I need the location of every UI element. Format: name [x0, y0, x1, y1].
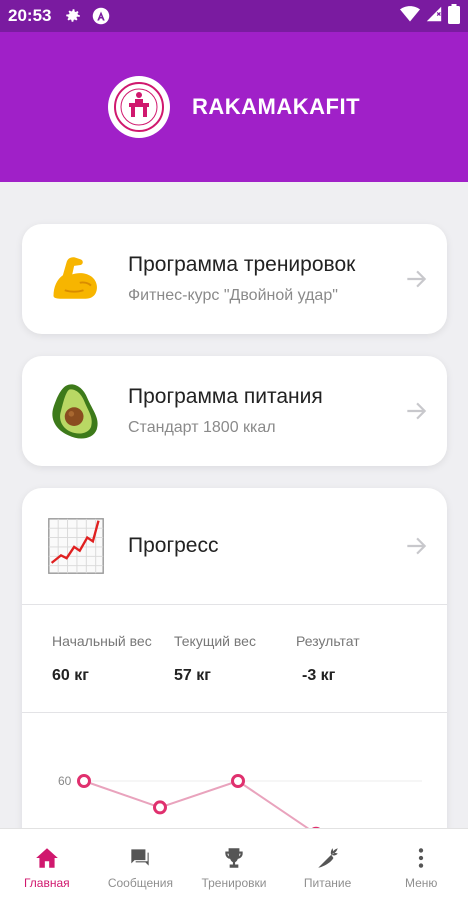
nav-label: Меню	[404, 876, 438, 890]
wifi-icon	[400, 5, 420, 28]
stat-value: 60 кг	[52, 667, 89, 684]
nav-workouts[interactable]: Тренировки	[187, 829, 281, 900]
nav-label: Главная	[23, 876, 70, 890]
weight-stats: Начальный вес 60 кг Текущий вес 57 кг Ре…	[22, 605, 447, 712]
arrow-right-icon	[403, 398, 429, 424]
nav-label: Питание	[303, 876, 352, 890]
card-subtitle: Фитнес-курс "Двойной удар"	[128, 287, 338, 304]
cellular-signal-icon	[426, 5, 442, 28]
nav-messages[interactable]: Сообщения	[94, 829, 188, 900]
nav-home[interactable]: Главная	[0, 829, 94, 900]
chart-y-tick-label: 60	[58, 774, 72, 788]
status-time: 20:53	[8, 6, 52, 25]
trophy-icon	[221, 845, 247, 871]
bottom-navigation: Главная Сообщения Тренировки Питание Мен…	[0, 828, 468, 900]
card-title: Программа питания	[128, 385, 323, 408]
progress-title: Прогресс	[128, 534, 219, 557]
weight-chart: 60	[22, 713, 447, 843]
home-icon	[34, 845, 60, 871]
nav-nutrition[interactable]: Питание	[281, 829, 375, 900]
app-brand-name: RAKAMAKAFIT	[191, 94, 361, 119]
more-vertical-icon	[408, 845, 434, 871]
stat-label: Результат	[296, 633, 360, 649]
stat-current-weight: Текущий вес 57 кг	[174, 633, 296, 712]
app-header: RAKAMAKAFIT	[0, 32, 468, 182]
chart-data-point	[231, 774, 245, 788]
nav-label: Сообщения	[107, 876, 173, 890]
card-title: Программа тренировок	[128, 253, 356, 276]
carrot-icon	[315, 845, 341, 871]
stat-initial-weight: Начальный вес 60 кг	[52, 633, 174, 712]
nutrition-program-card[interactable]: Программа питания Стандарт 1800 ккал	[22, 356, 447, 466]
avocado-icon	[44, 379, 108, 443]
progress-header[interactable]: Прогресс	[22, 488, 447, 604]
messages-icon	[127, 845, 153, 871]
battery-icon	[448, 3, 460, 29]
nav-menu[interactable]: Меню	[374, 829, 468, 900]
nav-label: Тренировки	[201, 876, 267, 890]
status-bar: 20:53	[0, 0, 468, 32]
chart-data-point	[153, 800, 167, 815]
stat-label: Начальный вес	[52, 633, 152, 649]
stat-result: Результат -3 кг	[296, 633, 418, 712]
settings-gear-icon	[63, 6, 83, 26]
chart-data-point	[77, 774, 91, 788]
stat-label: Текущий вес	[174, 633, 256, 649]
stat-value: 57 кг	[174, 667, 211, 684]
chart-series-line	[83, 779, 317, 835]
app-logo	[107, 76, 170, 138]
chart-increasing-icon	[44, 514, 108, 578]
notification-a-icon	[91, 6, 111, 26]
arrow-right-icon	[403, 266, 429, 292]
weight-line-chart: 60	[58, 774, 422, 841]
stat-value: -3 кг	[302, 667, 336, 684]
workout-program-card[interactable]: Программа тренировок Фитнес-курс "Двойно…	[22, 224, 447, 334]
card-subtitle: Стандарт 1800 ккал	[128, 419, 276, 436]
arrow-right-icon	[403, 533, 429, 559]
flexed-biceps-icon	[44, 247, 108, 311]
